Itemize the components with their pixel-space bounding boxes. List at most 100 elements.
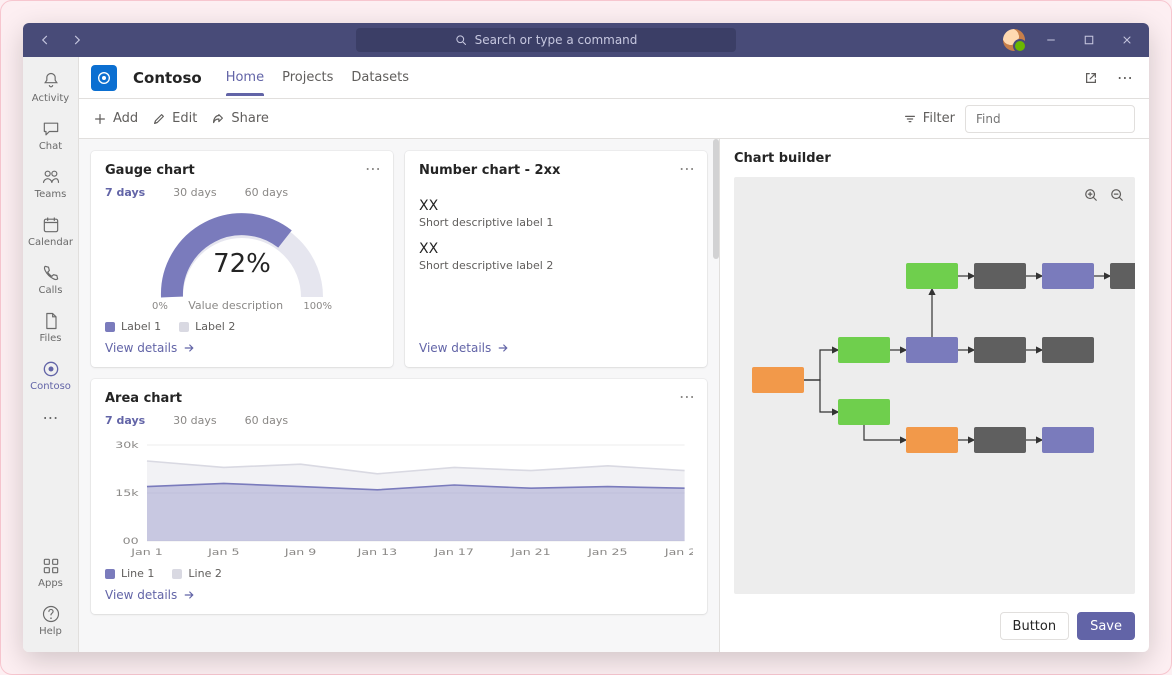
flow-node[interactable] xyxy=(906,427,958,453)
popout-button[interactable] xyxy=(1079,66,1103,90)
rail-more-button[interactable]: ⋯ xyxy=(23,399,78,435)
rail-item-activity[interactable]: Activity xyxy=(23,63,78,111)
secondary-button[interactable]: Button xyxy=(1000,612,1070,640)
calendar-icon xyxy=(41,215,61,235)
seg-30-days[interactable]: 30 days xyxy=(173,186,216,199)
gauge-card: ⋯ Gauge chart 7 days 30 days 60 days xyxy=(91,151,393,367)
bell-icon xyxy=(41,71,61,91)
find-field[interactable] xyxy=(974,111,1128,127)
rail-label: Calls xyxy=(39,285,63,296)
share-button[interactable]: Share xyxy=(211,111,269,126)
svg-text:Jan 13: Jan 13 xyxy=(357,547,398,558)
rail-label: Help xyxy=(39,626,62,637)
rail-label: Chat xyxy=(39,141,62,152)
card-title: Gauge chart xyxy=(105,163,379,178)
legend-item: Label 2 xyxy=(179,320,235,333)
legend-item: Label 1 xyxy=(105,320,161,333)
rail-item-calls[interactable]: Calls xyxy=(23,255,78,303)
app-header: Contoso Home Projects Datasets ⋯ xyxy=(79,57,1149,99)
card-menu-button[interactable]: ⋯ xyxy=(679,159,697,178)
rail-item-calendar[interactable]: Calendar xyxy=(23,207,78,255)
tab-datasets[interactable]: Datasets xyxy=(351,60,409,95)
flow-node[interactable] xyxy=(838,399,890,425)
save-button[interactable]: Save xyxy=(1077,612,1135,640)
flow-node[interactable] xyxy=(974,263,1026,289)
app-title: Contoso xyxy=(133,69,202,87)
svg-text:Jan 25: Jan 25 xyxy=(587,547,628,558)
number-row: XX Short descriptive label 1 xyxy=(419,198,693,229)
chat-icon xyxy=(41,119,61,139)
rail-label: Teams xyxy=(35,189,67,200)
search-input[interactable]: Search or type a command xyxy=(356,28,736,52)
rail-label: Contoso xyxy=(30,381,71,392)
seg-60-days[interactable]: 60 days xyxy=(245,414,288,427)
rail-item-teams[interactable]: Teams xyxy=(23,159,78,207)
window-minimize-button[interactable] xyxy=(1039,28,1063,52)
svg-text:15k: 15k xyxy=(115,488,139,499)
svg-text:Jan 5: Jan 5 xyxy=(207,547,240,558)
card-menu-button[interactable]: ⋯ xyxy=(365,159,383,178)
flow-node[interactable] xyxy=(1042,263,1094,289)
tab-projects[interactable]: Projects xyxy=(282,60,333,95)
flow-node[interactable] xyxy=(752,367,804,393)
card-title: Area chart xyxy=(105,391,693,406)
seg-7-days[interactable]: 7 days xyxy=(105,186,145,199)
phone-icon xyxy=(41,263,61,283)
svg-text:Jan 1: Jan 1 xyxy=(130,547,163,558)
app-rail: Activity Chat Teams Calendar Calls xyxy=(23,57,79,652)
view-details-link[interactable]: View details xyxy=(105,588,693,602)
arrow-right-icon xyxy=(183,589,195,601)
view-details-link[interactable]: View details xyxy=(105,341,379,355)
area-card: ⋯ Area chart 7 days 30 days 60 days 00 15… xyxy=(91,379,707,614)
flow-node[interactable] xyxy=(1042,427,1094,453)
search-icon xyxy=(455,34,467,46)
rail-item-help[interactable]: Help xyxy=(23,596,78,644)
arrow-right-icon xyxy=(183,342,195,354)
add-button[interactable]: Add xyxy=(93,111,138,126)
find-input[interactable] xyxy=(965,105,1135,133)
flow-node[interactable] xyxy=(1110,263,1135,289)
filter-button[interactable]: Filter xyxy=(903,111,955,126)
flow-node[interactable] xyxy=(974,427,1026,453)
seg-60-days[interactable]: 60 days xyxy=(245,186,288,199)
card-menu-button[interactable]: ⋯ xyxy=(679,387,697,406)
builder-canvas[interactable] xyxy=(734,177,1135,594)
flow-node[interactable] xyxy=(1042,337,1094,363)
seg-30-days[interactable]: 30 days xyxy=(173,414,216,427)
svg-text:00: 00 xyxy=(123,536,139,547)
edit-button[interactable]: Edit xyxy=(152,111,197,126)
window-maximize-button[interactable] xyxy=(1077,28,1101,52)
tab-home[interactable]: Home xyxy=(226,60,264,95)
svg-text:Jan 9: Jan 9 xyxy=(284,547,317,558)
help-icon xyxy=(41,604,61,624)
window-close-button[interactable] xyxy=(1115,28,1139,52)
dashboard-pane: ⋯ Gauge chart 7 days 30 days 60 days xyxy=(79,139,719,652)
nav-back-button[interactable] xyxy=(33,28,57,52)
seg-7-days[interactable]: 7 days xyxy=(105,414,145,427)
flow-node[interactable] xyxy=(838,337,890,363)
svg-text:30k: 30k xyxy=(115,440,139,451)
app-icon xyxy=(41,359,61,379)
flow-node[interactable] xyxy=(974,337,1026,363)
arrow-right-icon xyxy=(497,342,509,354)
share-icon xyxy=(211,112,225,126)
avatar[interactable] xyxy=(1003,29,1025,51)
nav-forward-button[interactable] xyxy=(65,28,89,52)
rail-label: Apps xyxy=(38,578,63,589)
rail-item-contoso[interactable]: Contoso xyxy=(23,351,78,399)
rail-item-chat[interactable]: Chat xyxy=(23,111,78,159)
rail-label: Activity xyxy=(32,93,69,104)
legend-item: Line 2 xyxy=(172,567,221,580)
app-window: Search or type a command Activity Chat xyxy=(23,23,1149,652)
more-button[interactable]: ⋯ xyxy=(1113,66,1137,90)
rail-item-files[interactable]: Files xyxy=(23,303,78,351)
svg-text:Jan 29: Jan 29 xyxy=(664,547,693,558)
flow-node[interactable] xyxy=(906,337,958,363)
filter-icon xyxy=(903,112,917,126)
card-title: Number chart - 2xx xyxy=(419,163,693,178)
flow-node[interactable] xyxy=(906,263,958,289)
svg-text:Jan 17: Jan 17 xyxy=(433,547,474,558)
view-details-link[interactable]: View details xyxy=(419,341,693,355)
title-bar: Search or type a command xyxy=(23,23,1149,57)
rail-item-apps[interactable]: Apps xyxy=(23,548,78,596)
